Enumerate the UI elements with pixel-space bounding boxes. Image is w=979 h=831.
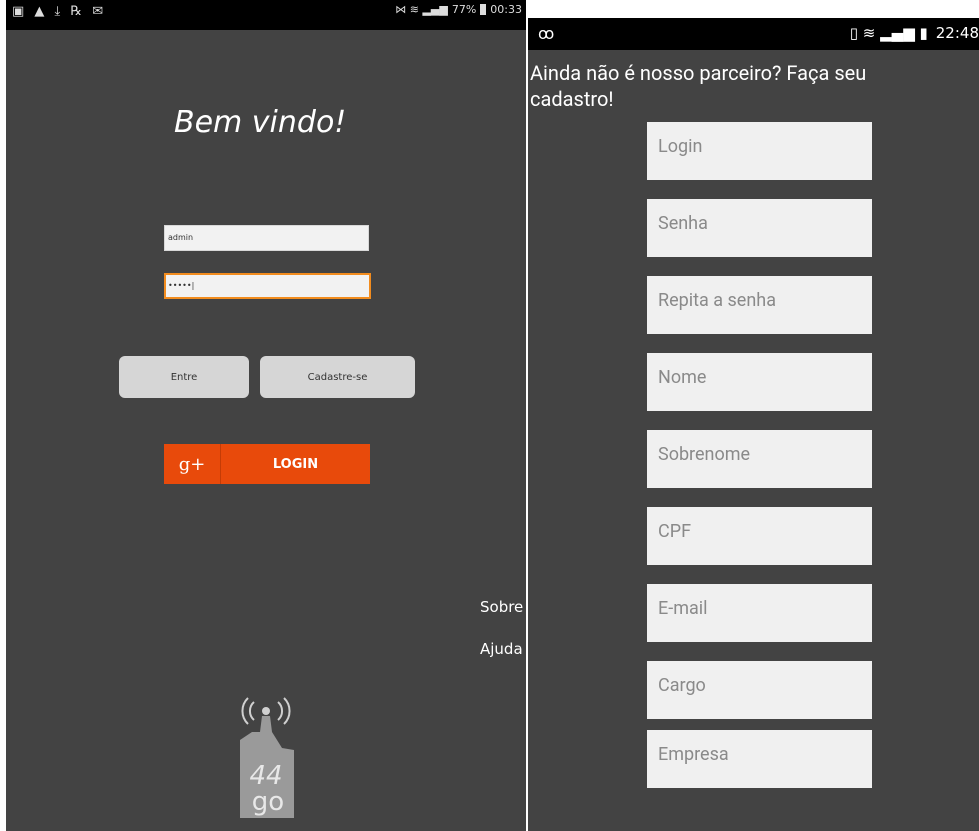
battery-level: 77% xyxy=(451,3,477,16)
status-bar: ▣ ▲ ⤓ ℞ ✉ ⋈ ≋ ▂▄▆ 77% 00:33 xyxy=(6,0,526,30)
google-plus-icon: g+ xyxy=(164,444,221,484)
enter-button[interactable]: Entre xyxy=(119,356,249,398)
repeat-password-input[interactable]: Repita a senha xyxy=(647,276,872,334)
clock: 00:33 xyxy=(490,3,522,16)
google-login-button[interactable]: g+ LOGIN xyxy=(164,444,370,484)
about-link[interactable]: Sobre xyxy=(480,598,523,616)
voicemail-icon: ꝏ xyxy=(538,24,555,43)
svg-text:go: go xyxy=(252,787,284,817)
status-bar: ꝏ ▯ ≋ ▂▄▆ ▮ 22:48 xyxy=(528,18,979,50)
google-login-label: LOGIN xyxy=(272,456,319,472)
notification-icons: ▣ ▲ ⤓ ℞ ✉ xyxy=(12,4,107,19)
job-title-input[interactable]: Cargo xyxy=(647,661,872,719)
app-logo: 44 go xyxy=(226,688,316,818)
login-input[interactable]: Login xyxy=(647,122,872,180)
register-screen: ꝏ ▯ ≋ ▂▄▆ ▮ 22:48 Ainda não é nosso parc… xyxy=(528,18,979,831)
company-input[interactable]: Empresa xyxy=(647,730,872,788)
welcome-title: Bem vindo! xyxy=(174,105,347,140)
system-icons: ▯ ≋ ▂▄▆ ▮ xyxy=(849,24,928,42)
username-field[interactable]: admin xyxy=(164,225,369,251)
signal-icon: ⋈ ≋ ▂▄▆ xyxy=(395,3,448,16)
radio-tower-icon: 44 go xyxy=(240,697,294,818)
password-field[interactable]: •••••| xyxy=(164,273,371,299)
help-link[interactable]: Ajuda xyxy=(480,640,523,658)
cpf-input[interactable]: CPF xyxy=(647,507,872,565)
register-button[interactable]: Cadastre-se xyxy=(260,356,415,398)
email-input[interactable]: E-mail xyxy=(647,584,872,642)
first-name-input[interactable]: Nome xyxy=(647,353,872,411)
clock: 22:48 xyxy=(935,24,979,42)
password-input[interactable]: Senha xyxy=(647,199,872,257)
last-name-input[interactable]: Sobrenome xyxy=(647,430,872,488)
register-prompt: Ainda não é nosso parceiro? Faça seu cad… xyxy=(530,61,867,111)
battery-icon xyxy=(480,4,487,15)
login-screen: ▣ ▲ ⤓ ℞ ✉ ⋈ ≋ ▂▄▆ 77% 00:33 Bem vindo! a… xyxy=(6,0,526,831)
